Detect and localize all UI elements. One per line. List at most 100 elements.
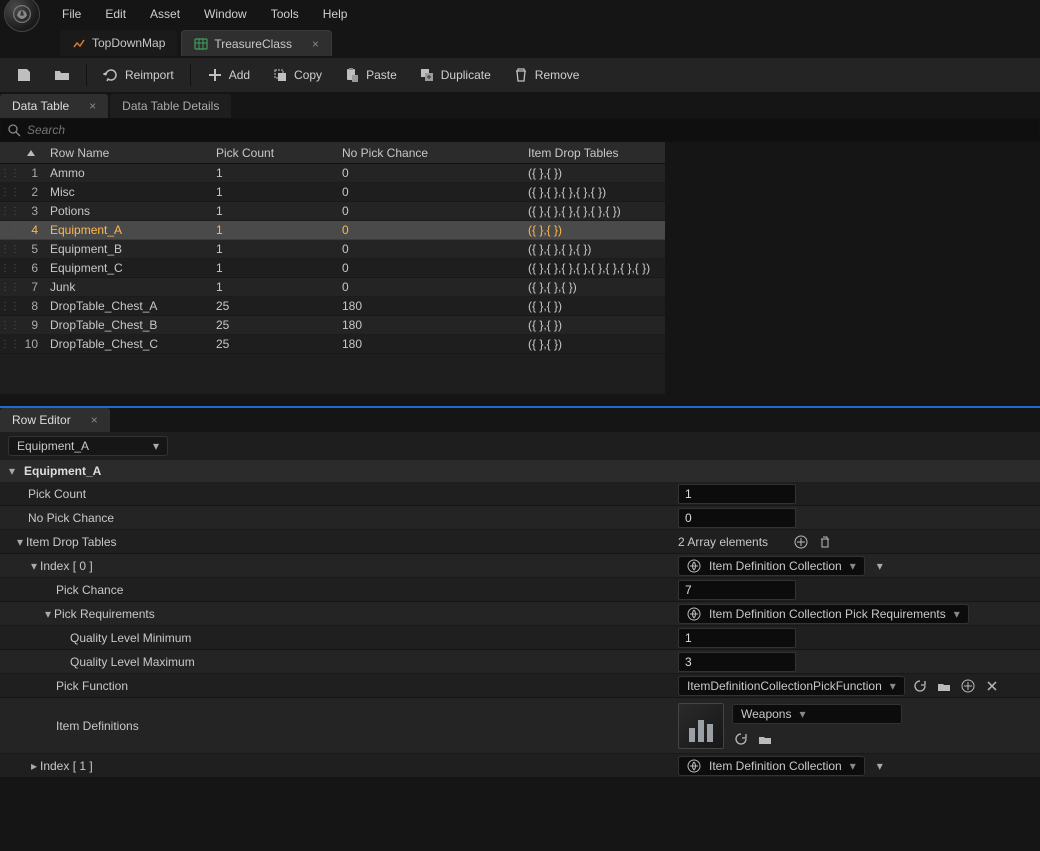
paste-button[interactable]: Paste <box>334 61 407 89</box>
section-header-equipment-a[interactable]: Equipment_A <box>0 460 1040 482</box>
browse-to-asset-button[interactable] <box>756 730 774 748</box>
pick-chance-input[interactable] <box>678 580 796 600</box>
quality-max-input[interactable] <box>678 652 796 672</box>
menu-file[interactable]: File <box>50 3 93 25</box>
table-row[interactable]: ⋮⋮7Junk10({ },{ },{ }) <box>0 278 665 297</box>
header-item-drop-tables[interactable]: Item Drop Tables <box>524 146 664 160</box>
drag-handle-icon[interactable]: ⋮⋮ <box>0 244 16 255</box>
row-item-drop-tables: ({ },{ }) <box>524 299 664 313</box>
drag-handle-icon[interactable]: ⋮⋮ <box>0 206 16 217</box>
table-row[interactable]: ⋮⋮8DropTable_Chest_A25180({ },{ }) <box>0 297 665 316</box>
header-pick-count[interactable]: Pick Count <box>212 146 338 160</box>
row-selector-dropdown[interactable]: Equipment_A <box>8 436 168 456</box>
drag-handle-icon[interactable]: ⋮⋮ <box>0 168 16 179</box>
row-index: 8 <box>16 299 46 313</box>
table-row[interactable]: ⋮⋮4Equipment_A10({ },{ }) <box>0 221 665 240</box>
menu-edit[interactable]: Edit <box>93 3 138 25</box>
close-icon[interactable]: × <box>312 37 319 51</box>
add-button[interactable] <box>959 677 977 695</box>
header-row-name[interactable]: Row Name <box>46 146 212 160</box>
row-pick-count: 25 <box>212 299 338 313</box>
collapse-icon[interactable] <box>28 559 40 573</box>
save-button[interactable] <box>6 61 42 89</box>
table-row[interactable]: ⋮⋮9DropTable_Chest_B25180({ },{ }) <box>0 316 665 335</box>
row-item-drop-tables: ({ },{ },{ },{ },{ },{ },{ },{ }) <box>524 261 664 275</box>
asset-tab-treasureclass[interactable]: TreasureClass × <box>181 30 332 56</box>
tab-data-table-details[interactable]: Data Table Details <box>110 94 231 118</box>
element-options-button[interactable] <box>871 757 889 775</box>
item-definition-collection-dropdown[interactable]: Item Definition Collection <box>678 756 865 776</box>
sort-indicator-icon[interactable] <box>16 150 46 156</box>
element-options-button[interactable] <box>871 557 889 575</box>
copy-button[interactable]: Copy <box>262 61 332 89</box>
duplicate-button[interactable]: Duplicate <box>409 61 501 89</box>
browse-button[interactable] <box>44 61 80 89</box>
expand-icon[interactable] <box>28 759 40 773</box>
row-pick-count: 1 <box>212 280 338 294</box>
row-name: DropTable_Chest_A <box>46 299 212 313</box>
drag-handle-icon[interactable]: ⋮⋮ <box>0 320 16 331</box>
menu-tools[interactable]: Tools <box>259 3 311 25</box>
close-icon[interactable]: × <box>89 99 96 113</box>
collapse-icon[interactable] <box>14 535 26 549</box>
row-no-pick-chance: 0 <box>338 261 524 275</box>
table-row[interactable]: ⋮⋮1Ammo10({ },{ }) <box>0 164 665 183</box>
menu-window[interactable]: Window <box>192 3 259 25</box>
header-no-pick-chance[interactable]: No Pick Chance <box>338 146 524 160</box>
pick-count-input[interactable] <box>678 484 796 504</box>
drag-handle-icon[interactable]: ⋮⋮ <box>0 187 16 198</box>
use-selected-asset-button[interactable] <box>732 730 750 748</box>
asset-tab-topdownmap[interactable]: TopDownMap <box>60 30 177 56</box>
tab-row-editor[interactable]: Row Editor × <box>0 408 110 432</box>
asset-tab-label: TreasureClass <box>214 37 292 51</box>
row-index: 7 <box>16 280 46 294</box>
collapse-icon[interactable] <box>6 464 18 478</box>
table-row[interactable]: ⋮⋮10DropTable_Chest_C25180({ },{ }) <box>0 335 665 354</box>
row-index: 3 <box>16 204 46 218</box>
reset-to-default-button[interactable] <box>911 677 929 695</box>
tab-data-table[interactable]: Data Table × <box>0 94 108 118</box>
remove-button[interactable]: Remove <box>503 61 590 89</box>
menu-help[interactable]: Help <box>311 3 360 25</box>
collapse-icon[interactable] <box>42 607 54 621</box>
main-menubar: FileEditAssetWindowToolsHelp <box>0 0 1040 28</box>
chevron-down-icon <box>850 559 856 573</box>
row-name: Misc <box>46 185 212 199</box>
prop-item-definitions-label: Item Definitions <box>56 719 139 733</box>
table-row[interactable]: ⋮⋮2Misc10({ },{ },{ },{ },{ }) <box>0 183 665 202</box>
search-bar[interactable] <box>0 118 1040 142</box>
row-no-pick-chance: 180 <box>338 299 524 313</box>
browse-to-button[interactable] <box>935 677 953 695</box>
drag-handle-icon[interactable]: ⋮⋮ <box>0 301 16 312</box>
pick-requirements-dropdown[interactable]: Item Definition Collection Pick Requirem… <box>678 604 969 624</box>
drag-handle-icon[interactable]: ⋮⋮ <box>0 339 16 350</box>
clear-button[interactable] <box>983 677 1001 695</box>
no-pick-chance-input[interactable] <box>678 508 796 528</box>
row-name: DropTable_Chest_B <box>46 318 212 332</box>
add-element-button[interactable] <box>792 533 810 551</box>
row-pick-count: 1 <box>212 204 338 218</box>
clear-array-button[interactable] <box>816 533 834 551</box>
table-row[interactable]: ⋮⋮5Equipment_B10({ },{ },{ },{ }) <box>0 240 665 259</box>
row-item-drop-tables: ({ },{ },{ },{ }) <box>524 242 664 256</box>
row-pick-count: 25 <box>212 318 338 332</box>
search-input[interactable] <box>27 123 1033 137</box>
reimport-button[interactable]: Reimport <box>93 61 184 89</box>
drag-handle-icon[interactable]: ⋮⋮ <box>0 282 16 293</box>
menu-asset[interactable]: Asset <box>138 3 192 25</box>
quality-min-input[interactable] <box>678 628 796 648</box>
item-definitions-dropdown[interactable]: Weapons <box>732 704 902 724</box>
asset-thumbnail[interactable] <box>678 703 724 749</box>
row-pick-count: 1 <box>212 242 338 256</box>
table-row[interactable]: ⋮⋮6Equipment_C10({ },{ },{ },{ },{ },{ }… <box>0 259 665 278</box>
row-index: 6 <box>16 261 46 275</box>
pick-function-dropdown[interactable]: ItemDefinitionCollectionPickFunction <box>678 676 905 696</box>
drag-handle-icon[interactable]: ⋮⋮ <box>0 225 16 236</box>
close-icon[interactable]: × <box>91 413 98 427</box>
add-button[interactable]: Add <box>197 61 260 89</box>
drag-handle-icon[interactable]: ⋮⋮ <box>0 263 16 274</box>
row-no-pick-chance: 180 <box>338 337 524 351</box>
table-header: Row Name Pick Count No Pick Chance Item … <box>0 142 665 164</box>
table-row[interactable]: ⋮⋮3Potions10({ },{ },{ },{ },{ },{ }) <box>0 202 665 221</box>
item-definition-collection-dropdown[interactable]: Item Definition Collection <box>678 556 865 576</box>
